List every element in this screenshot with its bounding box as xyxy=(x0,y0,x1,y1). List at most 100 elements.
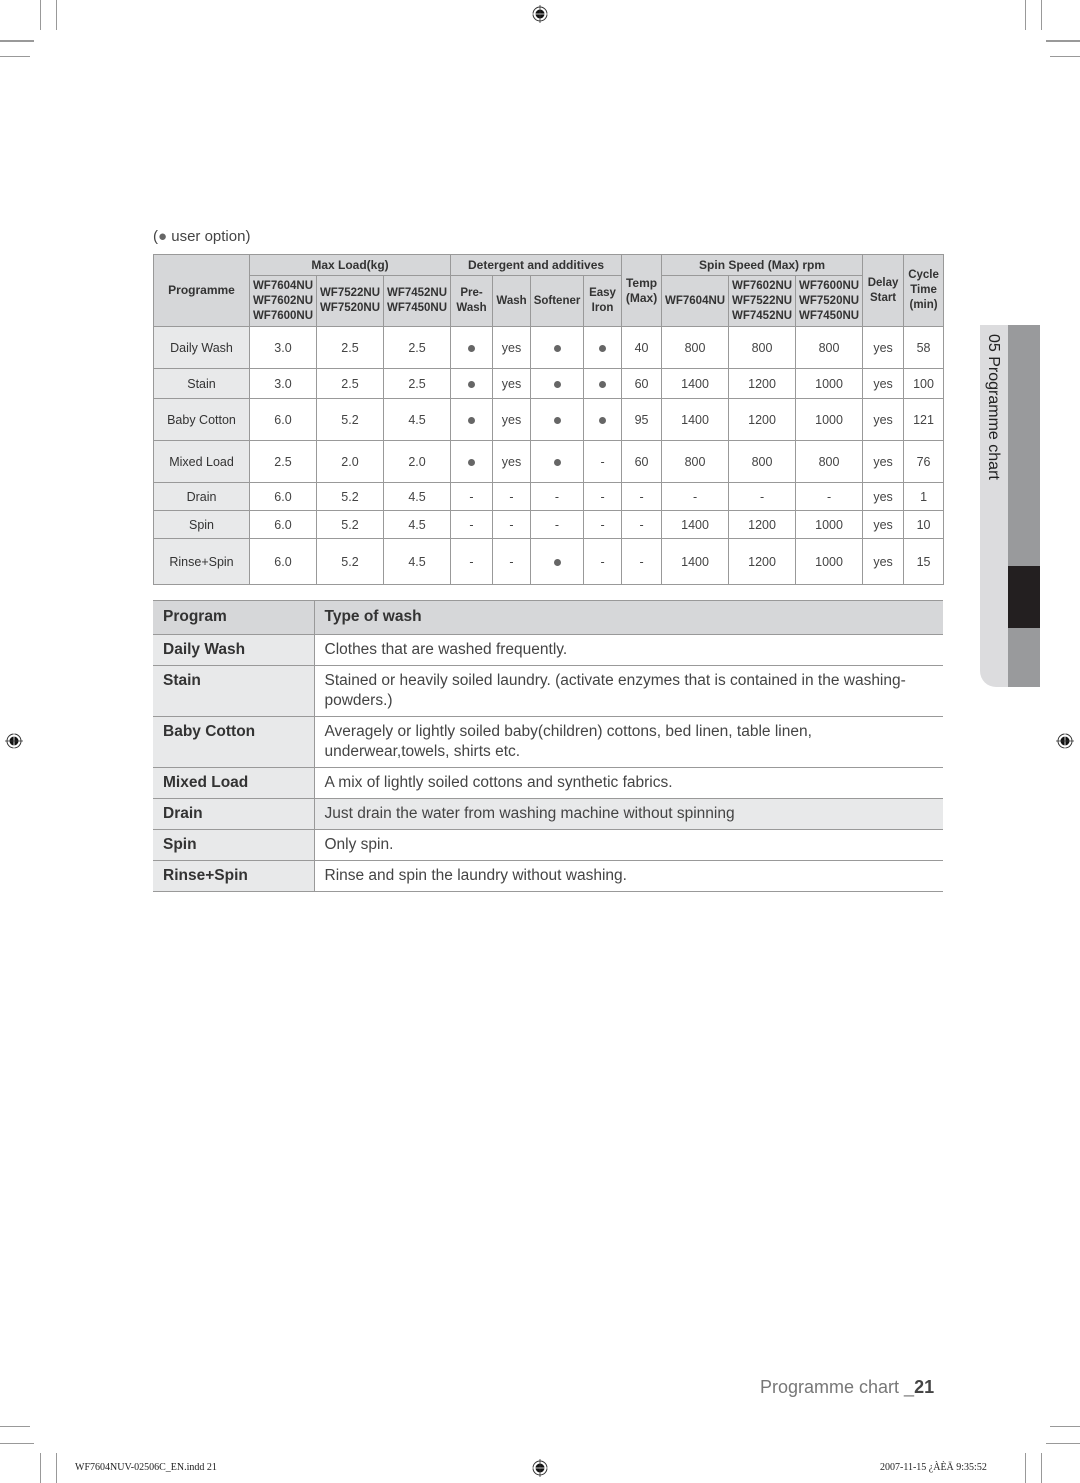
bullet-icon xyxy=(599,344,607,352)
program-name: Mixed Load xyxy=(153,767,315,799)
cycle-time-cell: 121 xyxy=(903,398,945,441)
wash-description: Stained or heavily soiled laundry. (acti… xyxy=(314,665,943,717)
cycle-time-cell: 10 xyxy=(903,510,945,539)
header-programme: Programme xyxy=(153,254,250,327)
header-cycle-time: Cycle Time (min) xyxy=(903,254,945,327)
spin-speed-cell: 1200 xyxy=(728,510,797,539)
crop-mark xyxy=(0,40,34,42)
softener-cell xyxy=(530,538,585,585)
delay-start-cell: yes xyxy=(862,538,905,585)
max-load-cell: 6.0 xyxy=(249,482,317,511)
crop-mark xyxy=(1041,1453,1042,1483)
cycle-time-cell: 100 xyxy=(903,368,945,399)
programme-name: Spin xyxy=(153,510,250,539)
bullet-icon xyxy=(468,380,476,388)
chart-row: Stain 3.0 2.5 2.5 yes 60 1400 1200 1000 yes 100 xyxy=(153,368,945,399)
program-description-table: Program Type of wash Daily Wash Clothes t… xyxy=(153,600,943,892)
delay-start-cell: yes xyxy=(862,440,905,483)
registration-mark-icon xyxy=(531,1459,549,1477)
max-load-cell: 6.0 xyxy=(249,398,317,441)
wash-description: Clothes that are washed frequently. xyxy=(314,634,943,666)
max-load-cell: 2.0 xyxy=(382,440,452,483)
cycle-time-cell: 76 xyxy=(903,440,945,483)
softener-cell: - xyxy=(530,482,585,511)
spin-speed-cell: 800 xyxy=(795,440,864,483)
chart-row: Spin 6.0 5.2 4.5- - - - -1400 1200 1000 yes 10 xyxy=(153,510,945,539)
program-name: Drain xyxy=(153,798,315,830)
spin-speed-cell: 800 xyxy=(661,326,730,369)
easy-iron-cell xyxy=(583,368,623,399)
wash-description: Averagely or lightly soiled baby(childre… xyxy=(314,716,943,768)
prewash-cell: - xyxy=(450,482,494,511)
prewash-cell: - xyxy=(450,510,494,539)
prewash-cell: - xyxy=(450,538,494,585)
programme-name: Baby Cotton xyxy=(153,398,250,441)
header-spin-speed: Spin Speed (Max) rpm xyxy=(661,254,864,276)
header-easy-iron: Easy Iron xyxy=(583,275,623,327)
header-softener: Softener xyxy=(530,275,585,327)
crop-mark xyxy=(40,1453,41,1483)
crop-mark xyxy=(0,56,30,57)
program-name: Stain xyxy=(153,665,315,717)
spin-speed-cell: 1200 xyxy=(728,538,797,585)
easy-iron-cell: - xyxy=(583,440,623,483)
spin-speed-cell: 1200 xyxy=(728,368,797,399)
temp-cell: 40 xyxy=(621,326,663,369)
registration-mark-icon xyxy=(531,5,549,23)
bullet-icon xyxy=(553,558,561,566)
prewash-cell xyxy=(450,368,494,399)
delay-start-cell: yes xyxy=(862,510,905,539)
max-load-cell: 4.5 xyxy=(382,538,452,585)
crop-mark xyxy=(40,0,41,30)
spin-speed-cell: 1400 xyxy=(661,398,730,441)
wash-description: Just drain the water from washing machin… xyxy=(314,798,943,830)
description-row: Spin Only spin. xyxy=(153,829,943,861)
programme-chart-table: Programme Max Load(kg) Detergent and add… xyxy=(153,254,945,585)
easy-iron-cell: - xyxy=(583,510,623,539)
header-type-of-wash: Type of wash xyxy=(314,600,943,635)
max-load-cell: 6.0 xyxy=(249,510,317,539)
header-delay-start: Delay Start xyxy=(862,254,905,327)
chart-row: Baby Cotton 6.0 5.2 4.5 yes 95 1400 1200 1000 yes… xyxy=(153,398,945,441)
spin-speed-cell: 800 xyxy=(728,326,797,369)
header-max-load: Max Load(kg) xyxy=(248,254,452,276)
bullet-icon xyxy=(553,458,561,466)
description-row: Drain Just drain the water from washing m… xyxy=(153,798,943,830)
programme-name: Stain xyxy=(153,368,250,399)
user-option-note: (● user option) xyxy=(153,228,251,245)
temp-cell: - xyxy=(621,538,663,585)
max-load-cell: 4.5 xyxy=(382,510,452,539)
program-name: Baby Cotton xyxy=(153,716,315,768)
bullet-icon xyxy=(468,416,476,424)
max-load-cell: 2.5 xyxy=(249,440,317,483)
crop-mark xyxy=(1025,1453,1026,1483)
header-wash: Wash xyxy=(492,275,532,327)
max-load-cell: 4.5 xyxy=(382,398,452,441)
side-bar xyxy=(1008,325,1040,687)
description-row: Rinse+Spin Rinse and spin the laundry wit… xyxy=(153,860,943,892)
header-spin-model: WF7602NU WF7522NU WF7452NU xyxy=(728,275,797,327)
cycle-time-cell: 1 xyxy=(903,482,945,511)
easy-iron-cell xyxy=(583,398,623,441)
spin-speed-cell: 800 xyxy=(728,440,797,483)
spin-speed-cell: - xyxy=(728,482,797,511)
header-spin-model: WF7600NU WF7520NU WF7450NU xyxy=(795,275,864,327)
bullet-icon xyxy=(468,458,476,466)
registration-mark-icon xyxy=(1056,732,1074,750)
user-option-text: user option xyxy=(171,228,246,245)
bullet-icon xyxy=(553,380,561,388)
wash-cell: - xyxy=(492,482,532,511)
spin-speed-cell: 1000 xyxy=(795,368,864,399)
crop-mark xyxy=(1046,40,1080,42)
footer-title: Programme chart _ xyxy=(760,1377,915,1397)
spin-speed-cell: - xyxy=(661,482,730,511)
registration-mark-icon xyxy=(5,732,23,750)
spin-speed-cell: 1400 xyxy=(661,510,730,539)
side-tab-label: 05 Programme chart xyxy=(985,334,1002,480)
crop-mark xyxy=(56,1453,57,1483)
crop-mark xyxy=(56,0,57,30)
spin-speed-cell: 1400 xyxy=(661,368,730,399)
description-row: Stain Stained or heavily soiled laundry. … xyxy=(153,665,943,717)
chart-row: Mixed Load 2.5 2.0 2.0 yes -60 800 800 800 yes 76 xyxy=(153,440,945,483)
temp-cell: - xyxy=(621,510,663,539)
